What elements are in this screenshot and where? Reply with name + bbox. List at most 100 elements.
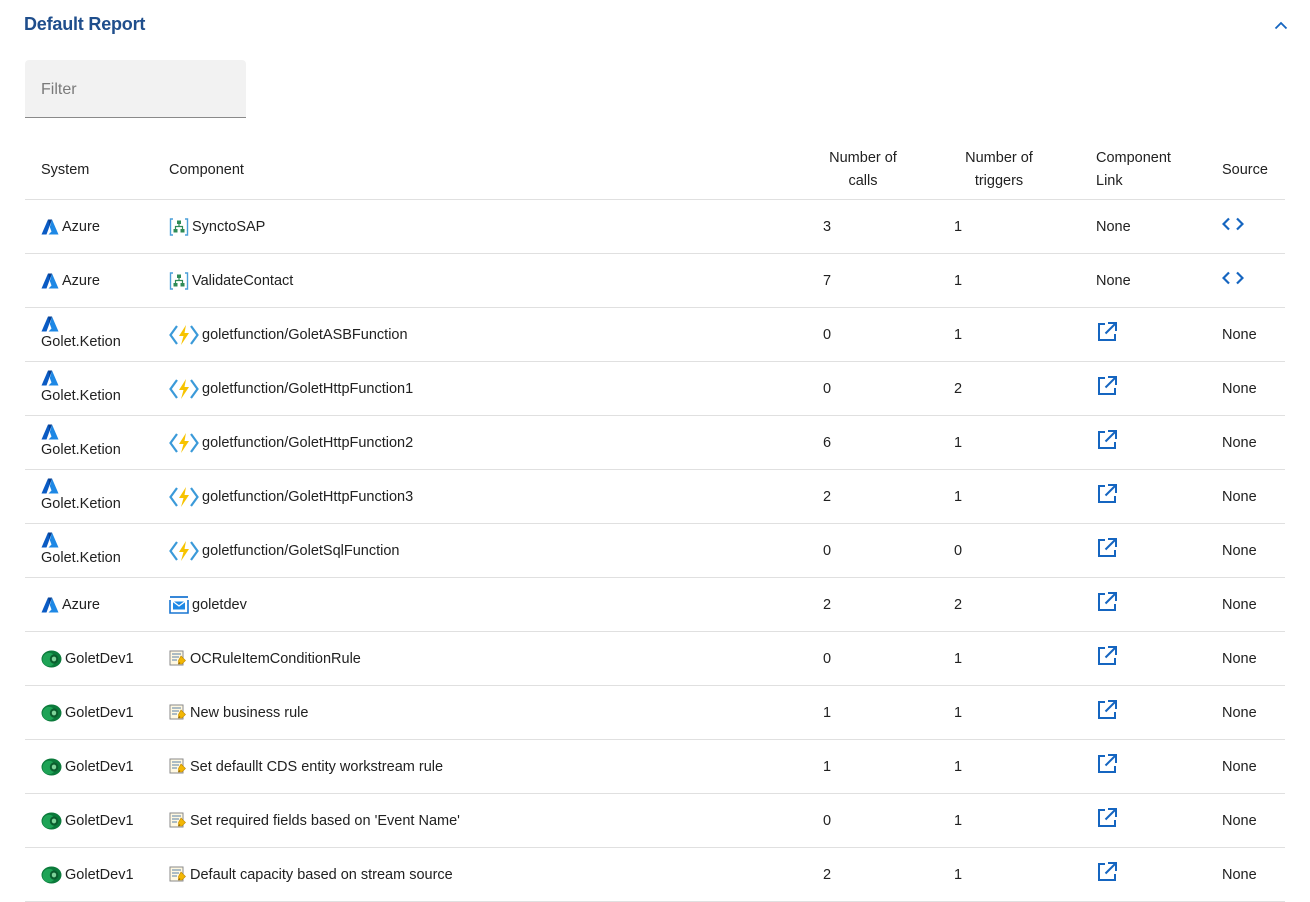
function-app-icon — [169, 486, 199, 508]
open-external-icon[interactable] — [1096, 429, 1118, 451]
calls-count: 0 — [823, 812, 832, 829]
table-row[interactable]: Golet.Ketion goletfunction/GoletHttpFunct… — [25, 362, 1285, 416]
system-name: Azure — [62, 272, 100, 289]
table-row[interactable]: Azure ValidateContact 7 1 None — [25, 254, 1285, 308]
source-none: None — [1222, 596, 1257, 613]
open-external-icon[interactable] — [1096, 753, 1118, 775]
open-external-icon[interactable] — [1096, 375, 1118, 397]
triggers-count: 1 — [954, 272, 963, 289]
system-cell: Golet.Ketion — [41, 478, 121, 513]
collapse-button[interactable] — [1270, 14, 1292, 36]
component-link-cell — [1096, 740, 1118, 793]
calls-count: 3 — [823, 218, 832, 235]
open-external-icon[interactable] — [1096, 321, 1118, 343]
component-name: goletfunction/GoletHttpFunction1 — [202, 380, 414, 397]
open-external-icon[interactable] — [1096, 861, 1118, 883]
table-header: System Component Number of calls Number o… — [25, 141, 1285, 200]
component-link-cell — [1096, 794, 1118, 847]
table-row[interactable]: Azure goletdev 2 2 None — [25, 578, 1285, 632]
table-row[interactable]: Golet.Ketion goletfunction/GoletSqlFuncti… — [25, 524, 1285, 578]
calls-count: 6 — [823, 434, 832, 451]
triggers-count: 1 — [954, 488, 963, 505]
system-name: Golet.Ketion — [41, 388, 121, 404]
report-title: Default Report — [24, 14, 146, 34]
table-row[interactable]: GoletDev1 Set required fields based on 'E… — [25, 794, 1285, 848]
calls-count: 1 — [823, 704, 832, 721]
column-header-source[interactable]: Source — [1222, 141, 1268, 199]
component-cell: goletfunction/GoletASBFunction — [169, 308, 408, 361]
source-none: None — [1222, 866, 1257, 883]
calls-count: 1 — [823, 758, 832, 775]
column-header-component-link[interactable]: Component Link — [1096, 141, 1171, 199]
table-row[interactable]: GoletDev1 New business rule 1 1 None — [25, 686, 1285, 740]
component-cell: goletfunction/GoletHttpFunction1 — [169, 362, 413, 415]
filter-field[interactable] — [25, 60, 246, 118]
source-cell — [1222, 200, 1244, 253]
azure-icon — [41, 597, 59, 613]
system-name: Golet.Ketion — [41, 550, 121, 566]
component-name: Set required fields based on 'Event Name… — [190, 812, 460, 829]
system-name: GoletDev1 — [65, 758, 134, 775]
column-header-number-of-triggers[interactable]: Number of triggers — [949, 141, 1049, 199]
component-name: goletfunction/GoletSqlFunction — [202, 542, 400, 559]
column-header-component[interactable]: Component — [169, 141, 244, 199]
service-bus-icon — [169, 595, 189, 614]
component-name: goletfunction/GoletHttpFunction3 — [202, 488, 414, 505]
open-external-icon[interactable] — [1096, 807, 1118, 829]
table-row[interactable]: Golet.Ketion goletfunction/GoletHttpFunct… — [25, 416, 1285, 470]
dataverse-icon — [41, 758, 62, 776]
table-row[interactable]: Golet.Ketion goletfunction/GoletASBFuncti… — [25, 308, 1285, 362]
component-cell: Default capacity based on stream source — [169, 848, 453, 901]
table-row[interactable]: GoletDev1 Set defaullt CDS entity workstr… — [25, 740, 1285, 794]
column-header-number-of-calls[interactable]: Number of calls — [813, 141, 913, 199]
logic-app-icon — [169, 271, 189, 290]
filter-input[interactable] — [25, 60, 246, 117]
open-external-icon[interactable] — [1096, 483, 1118, 505]
component-link-cell — [1096, 470, 1118, 523]
triggers-count: 2 — [954, 596, 963, 613]
calls-count: 2 — [823, 488, 832, 505]
system-name: GoletDev1 — [65, 704, 134, 721]
code-icon[interactable] — [1222, 217, 1244, 231]
azure-icon — [41, 316, 118, 332]
system-name: Azure — [62, 218, 100, 235]
source-cell — [1222, 254, 1244, 307]
component-cell: Set required fields based on 'Event Name… — [169, 794, 460, 847]
open-external-icon[interactable] — [1096, 591, 1118, 613]
column-header-system[interactable]: System — [41, 141, 89, 199]
table-row[interactable]: GoletDev1 OCRuleItemConditionRule 0 1 None — [25, 632, 1285, 686]
calls-count: 7 — [823, 272, 832, 289]
system-name: GoletDev1 — [65, 866, 134, 883]
system-cell: Azure — [41, 254, 100, 307]
source-none: None — [1222, 380, 1257, 397]
system-name: Golet.Ketion — [41, 496, 121, 512]
component-cell: ValidateContact — [169, 254, 293, 307]
source-none: None — [1222, 704, 1257, 721]
dataverse-icon — [41, 650, 62, 668]
table-row[interactable]: Azure SynctoSAP 3 1 None — [25, 200, 1285, 254]
logic-app-icon — [169, 217, 189, 236]
code-icon[interactable] — [1222, 271, 1244, 285]
calls-count: 0 — [823, 380, 832, 397]
azure-icon — [41, 478, 118, 494]
system-cell: GoletDev1 — [41, 686, 134, 739]
component-link-cell — [1096, 848, 1118, 901]
component-cell: goletfunction/GoletHttpFunction2 — [169, 416, 413, 469]
table-row[interactable]: GoletDev1 Default capacity based on strea… — [25, 848, 1285, 902]
system-cell: Golet.Ketion — [41, 370, 121, 405]
open-external-icon[interactable] — [1096, 699, 1118, 721]
azure-icon — [41, 370, 118, 386]
azure-icon — [41, 424, 118, 440]
open-external-icon[interactable] — [1096, 537, 1118, 559]
open-external-icon[interactable] — [1096, 645, 1118, 667]
source-none: None — [1222, 812, 1257, 829]
system-cell: Golet.Ketion — [41, 424, 121, 459]
component-link-cell — [1096, 362, 1118, 415]
component-name: New business rule — [190, 704, 309, 721]
dataverse-icon — [41, 704, 62, 722]
system-cell: GoletDev1 — [41, 740, 134, 793]
triggers-count: 1 — [954, 758, 963, 775]
function-app-icon — [169, 324, 199, 346]
table-row[interactable]: Golet.Ketion goletfunction/GoletHttpFunct… — [25, 470, 1285, 524]
dataverse-icon — [41, 866, 62, 884]
